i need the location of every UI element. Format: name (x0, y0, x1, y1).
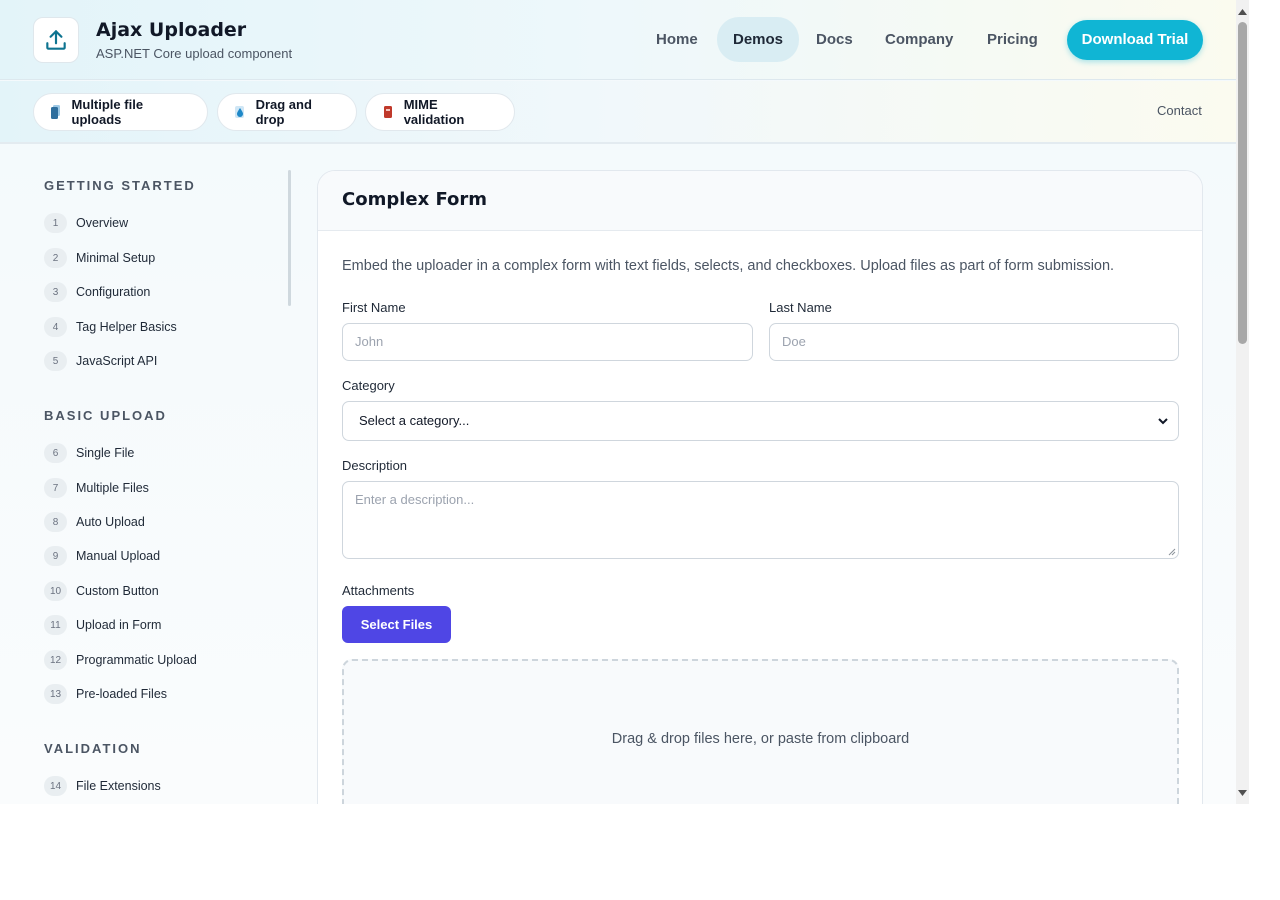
item-number: 3 (44, 282, 67, 302)
category-select[interactable]: Select a category... (342, 401, 1179, 441)
section-title-basic-upload: BASIC UPLOAD (44, 408, 167, 423)
item-number: 9 (44, 546, 67, 566)
section-title-getting-started: GETTING STARTED (44, 178, 196, 193)
nav-docs[interactable]: Docs (800, 17, 869, 62)
sidebar-item-manual-upload[interactable]: 9 Manual Upload (44, 546, 160, 566)
pill-label: Multiple file uploads (71, 97, 144, 127)
select-files-button[interactable]: Select Files (342, 606, 451, 643)
nav-demos[interactable]: Demos (717, 17, 800, 62)
first-name-field[interactable]: John (342, 323, 753, 361)
sidebar: GETTING STARTED 1 Overview 2 Minimal Set… (0, 146, 300, 804)
description-placeholder: Enter a description... (355, 492, 475, 507)
sidebar-item-custom-button[interactable]: 10 Custom Button (44, 581, 159, 601)
attachments-label: Attachments (342, 583, 415, 598)
chevron-down-icon (1158, 418, 1168, 425)
item-label: Auto Upload (76, 515, 145, 529)
page-scrollbar[interactable] (1236, 0, 1249, 804)
contact-link[interactable]: Contact (1157, 103, 1202, 118)
nav-pricing[interactable]: Pricing (971, 17, 1054, 62)
last-name-label: Last Name (769, 300, 832, 315)
item-number: 13 (44, 684, 67, 704)
item-label: Upload in Form (76, 618, 162, 632)
scroll-up-arrow-icon[interactable] (1238, 7, 1247, 16)
description-textarea[interactable]: Enter a description... (342, 481, 1179, 559)
item-label: Multiple Files (76, 481, 149, 495)
pill-label: Drag and drop (255, 97, 312, 127)
item-label: Single File (76, 446, 135, 460)
pill-drag-and-drop[interactable]: Drag and drop (217, 93, 357, 131)
demo-card: Complex Form Embed the uploader in a com… (317, 170, 1203, 804)
item-number: 4 (44, 317, 67, 337)
item-label: File Extensions (76, 779, 161, 793)
feature-bar: Multiple file uploads Drag and drop MIME… (0, 81, 1236, 144)
sidebar-item-single-file[interactable]: 6 Single File (44, 443, 134, 463)
drop-zone-text: Drag & drop files here, or paste from cl… (611, 731, 910, 747)
resize-grip-icon[interactable] (1167, 547, 1176, 556)
scroll-down-arrow-icon[interactable] (1238, 788, 1247, 797)
description-label: Description (342, 458, 408, 473)
sidebar-item-auto-upload[interactable]: 8 Auto Upload (44, 512, 145, 532)
files-icon (48, 104, 64, 120)
sidebar-item-multiple-files[interactable]: 7 Multiple Files (44, 478, 149, 498)
brand-subtitle: ASP.NET Core upload component (96, 46, 293, 61)
item-number: 5 (44, 351, 67, 371)
item-number: 12 (44, 650, 67, 670)
brand-title: Ajax Uploader (96, 19, 247, 41)
item-number: 14 (44, 776, 67, 796)
sidebar-item-javascript-api[interactable]: 5 JavaScript API (44, 351, 157, 371)
drop-icon (232, 104, 248, 120)
item-number: 6 (44, 443, 67, 463)
item-label: Configuration (76, 285, 151, 299)
item-number: 11 (44, 615, 67, 635)
item-number: 7 (44, 478, 67, 498)
scrollbar-thumb[interactable] (1238, 22, 1247, 344)
sidebar-item-programmatic-upload[interactable]: 12 Programmatic Upload (44, 650, 197, 670)
first-name-label: First Name (342, 300, 406, 315)
pill-label: MIME validation (403, 97, 465, 127)
upload-icon (46, 30, 66, 50)
item-number: 2 (44, 248, 67, 268)
demo-description: Embed the uploader in a complex form wit… (342, 258, 1115, 274)
sidebar-item-overview[interactable]: 1 Overview (44, 213, 128, 233)
item-label: Custom Button (76, 584, 159, 598)
item-label: Manual Upload (76, 549, 161, 563)
page-title: Complex Form (342, 189, 488, 210)
top-header: Ajax Uploader ASP.NET Core upload compon… (0, 0, 1236, 80)
item-label: Pre-loaded Files (76, 687, 168, 701)
item-number: 8 (44, 512, 67, 532)
sidebar-item-pre-loaded-files[interactable]: 13 Pre-loaded Files (44, 684, 167, 704)
item-number: 1 (44, 213, 67, 233)
section-title-validation: VALIDATION (44, 741, 142, 756)
sidebar-item-upload-in-form[interactable]: 11 Upload in Form (44, 615, 161, 635)
item-number: 10 (44, 581, 67, 601)
sidebar-scrollbar[interactable] (288, 170, 291, 306)
file-badge-icon (380, 104, 396, 120)
sidebar-item-tag-helper-basics[interactable]: 4 Tag Helper Basics (44, 317, 177, 337)
last-name-field[interactable]: Doe (769, 323, 1179, 361)
sidebar-item-minimal-setup[interactable]: 2 Minimal Setup (44, 248, 155, 268)
pill-mime-validation[interactable]: MIME validation (365, 93, 515, 131)
category-selected-value: Select a category... (359, 413, 470, 428)
sidebar-item-file-extensions[interactable]: 14 File Extensions (44, 776, 161, 796)
item-label: JavaScript API (76, 354, 158, 368)
card-header: Complex Form (318, 171, 1202, 231)
item-label: Programmatic Upload (76, 653, 197, 667)
item-label: Overview (76, 216, 129, 230)
sidebar-item-configuration[interactable]: 3 Configuration (44, 282, 150, 302)
pill-multiple-file-uploads[interactable]: Multiple file uploads (33, 93, 208, 131)
nav-home[interactable]: Home (640, 17, 714, 62)
download-trial-button[interactable]: Download Trial (1067, 20, 1203, 60)
logo[interactable] (33, 17, 79, 63)
drop-zone[interactable]: Drag & drop files here, or paste from cl… (342, 659, 1179, 804)
nav-company[interactable]: Company (869, 17, 969, 62)
item-label: Minimal Setup (76, 251, 156, 265)
item-label: Tag Helper Basics (76, 320, 177, 334)
page: Ajax Uploader ASP.NET Core upload compon… (0, 0, 1236, 804)
category-label: Category (342, 378, 395, 393)
